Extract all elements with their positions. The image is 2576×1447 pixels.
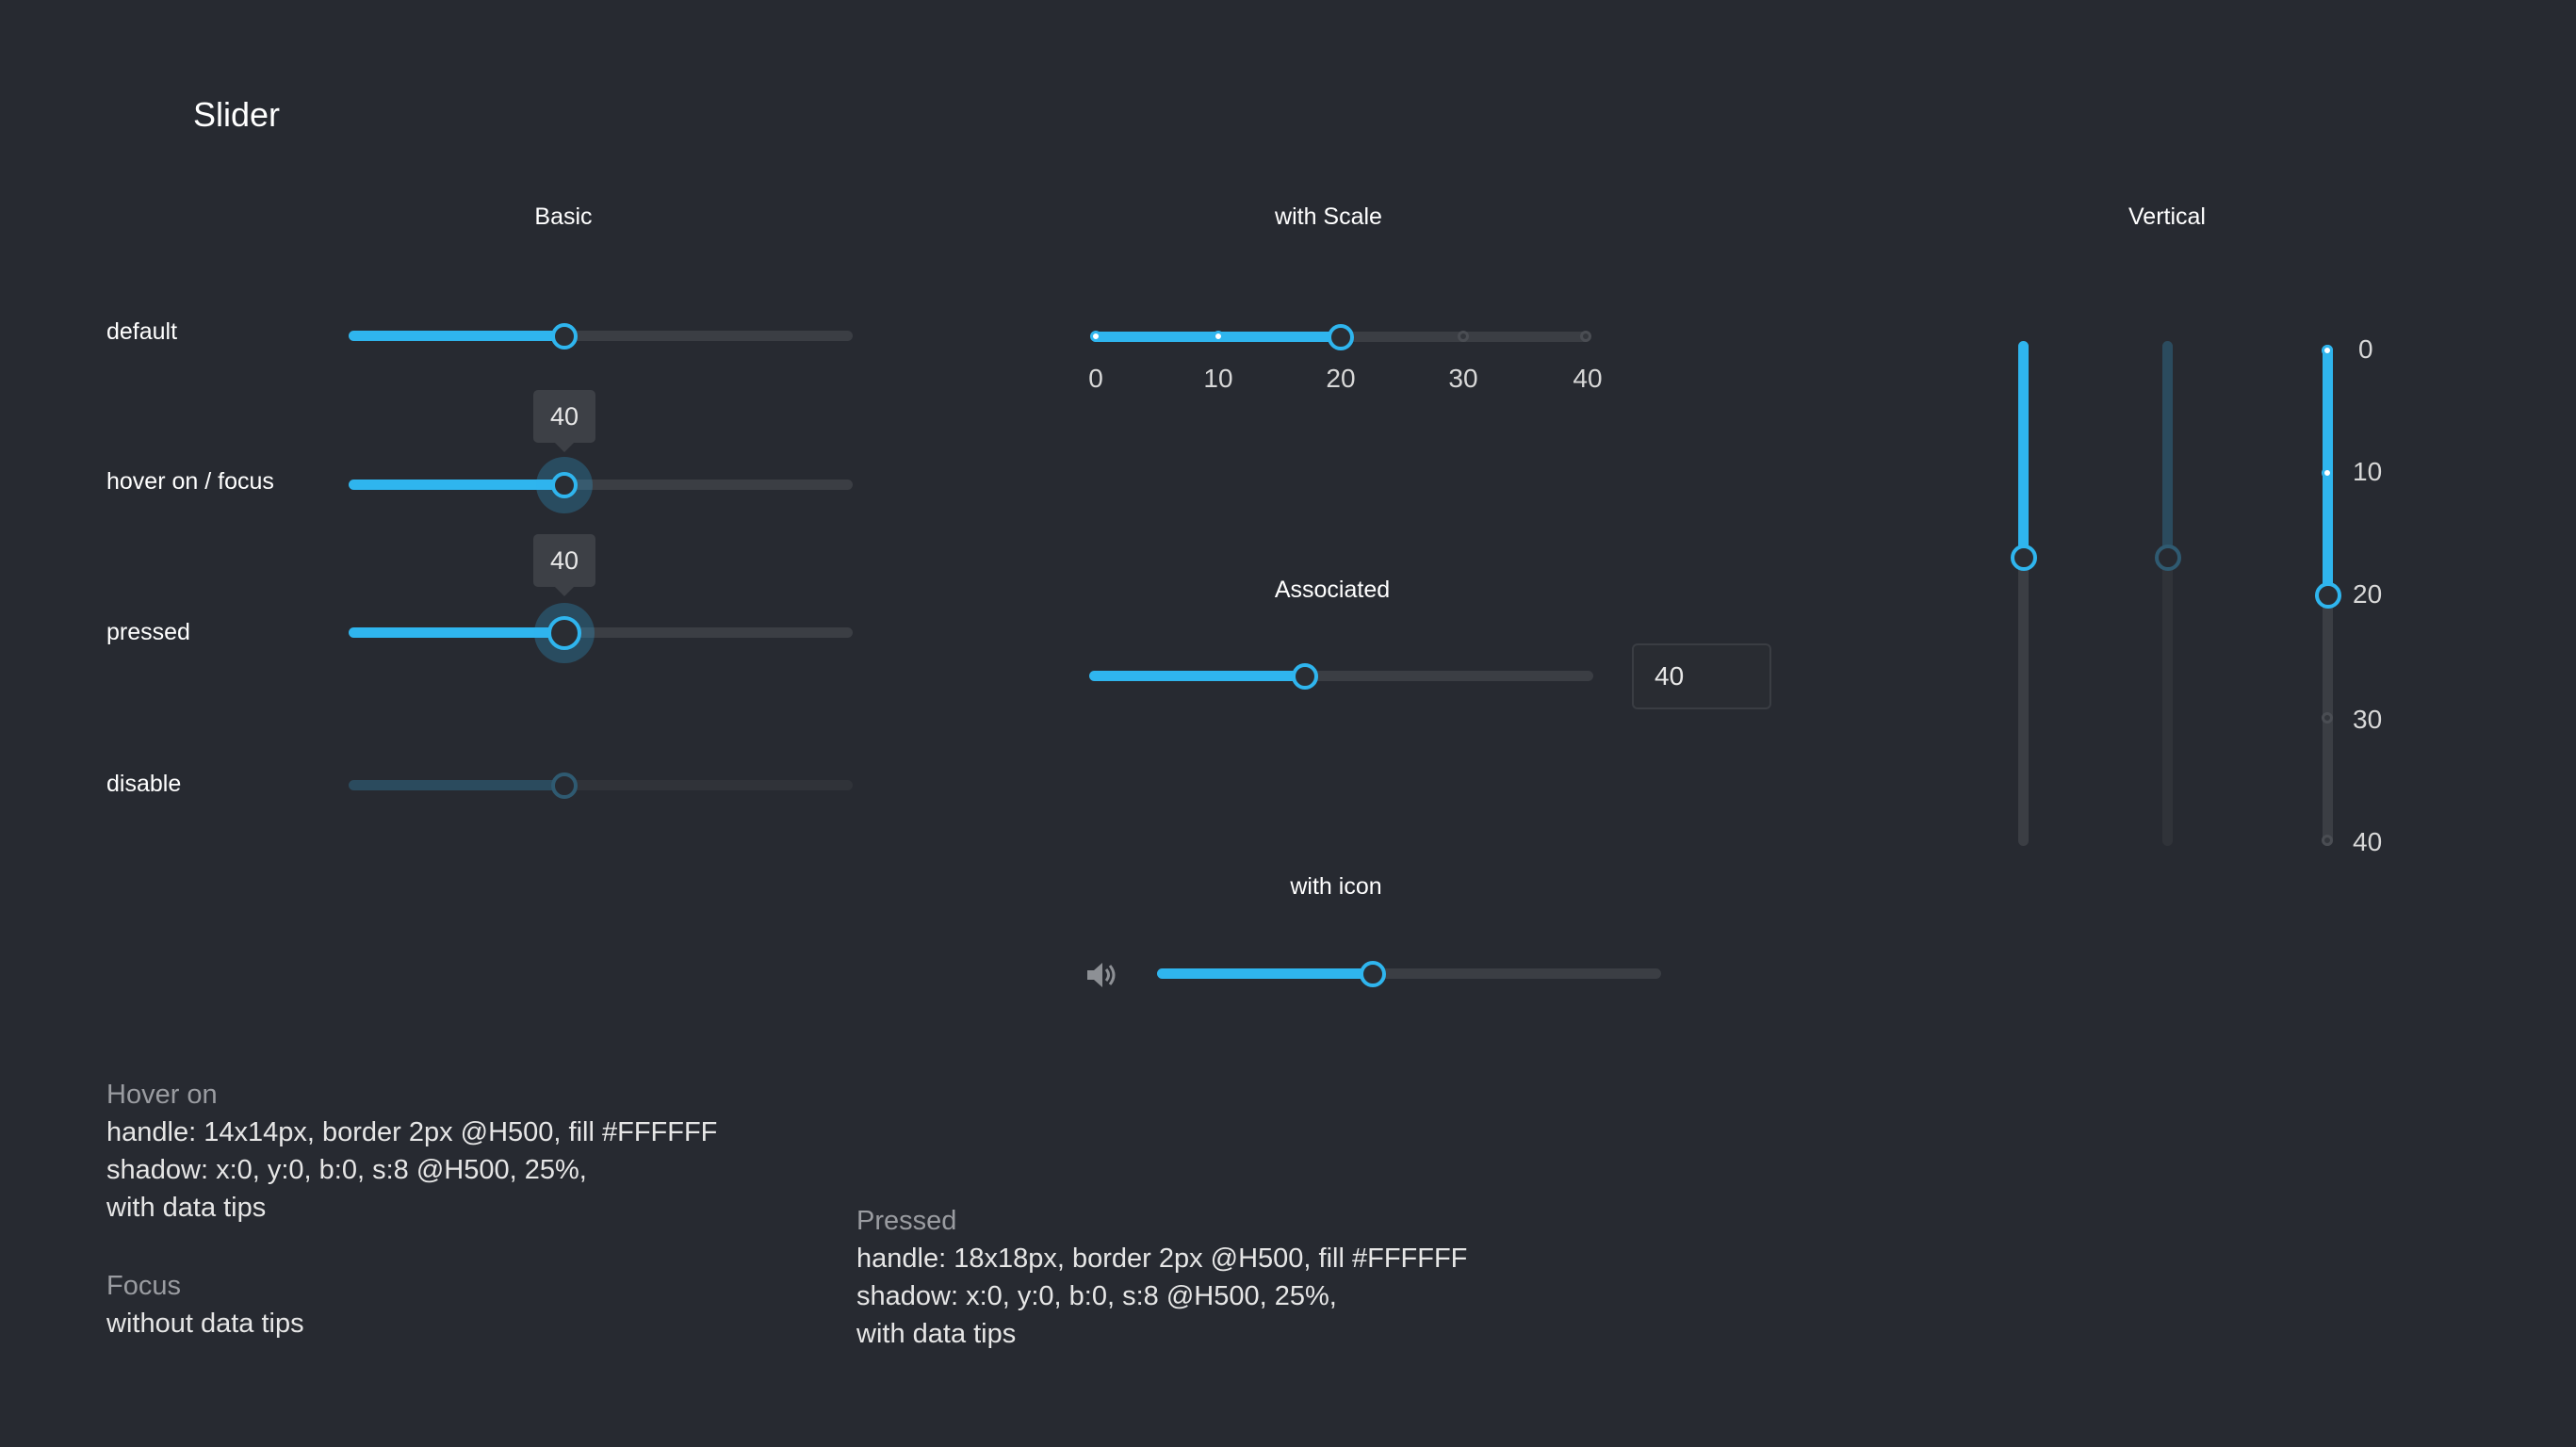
slider-default-fill <box>349 331 564 341</box>
hover-notes-line: with data tips <box>106 1193 267 1223</box>
pressed-notes-line: shadow: x:0, y:0, b:0, s:8 @H500, 25%, <box>856 1281 1337 1311</box>
slider-default[interactable] <box>349 323 853 350</box>
label-pressed: pressed <box>106 619 190 645</box>
page-title: Slider <box>193 95 281 134</box>
slider-icon-handle[interactable] <box>1360 961 1386 987</box>
slider-with-icon[interactable] <box>1157 961 1661 987</box>
pressed-notes-heading: Pressed <box>856 1206 957 1236</box>
slider-pressed-handle[interactable] <box>547 616 581 650</box>
slider-hover-focus[interactable] <box>349 457 853 513</box>
data-tip-hover: 40 <box>533 390 595 452</box>
vertical-slider-disabled-fill <box>2162 341 2173 558</box>
scale-stop-10 <box>1213 331 1224 342</box>
slider-with-scale[interactable] <box>1090 324 1591 350</box>
label-hover-focus: hover on / focus <box>106 468 274 495</box>
hover-notes-line: handle: 14x14px, border 2px @H500, fill … <box>106 1117 718 1147</box>
section-title-basic: Basic <box>534 203 593 230</box>
slider-associated-handle[interactable] <box>1292 663 1318 690</box>
hover-notes: Hover on handle: 14x14px, border 2px @H5… <box>106 1076 717 1227</box>
vscale-label-30: 30 <box>2353 705 2383 734</box>
section-title-with-scale: with Scale <box>1275 203 1382 230</box>
pressed-notes: Pressed handle: 18x18px, border 2px @H50… <box>856 1202 1467 1353</box>
vertical-slider-default[interactable] <box>2011 341 2037 846</box>
vertical-slider-handle[interactable] <box>2011 545 2037 571</box>
scale-stop-0 <box>1090 331 1101 342</box>
section-title-vertical: Vertical <box>2128 203 2206 230</box>
slider-scale-handle[interactable] <box>1328 324 1354 350</box>
slider-disabled-fill <box>349 780 564 790</box>
slider-pressed-fill <box>349 627 564 638</box>
scale-stop-40 <box>1580 331 1591 342</box>
focus-notes: Focus without data tips <box>106 1267 304 1342</box>
slider-icon-fill <box>1157 968 1373 979</box>
vertical-slider-fill <box>2018 341 2029 558</box>
vertical-slider-disabled <box>2155 341 2181 846</box>
scale-label-30: 30 <box>1448 364 1478 393</box>
pressed-notes-line: handle: 18x18px, border 2px @H500, fill … <box>856 1244 1468 1274</box>
slider-hover-fill <box>349 480 564 490</box>
vertical-slider-disabled-handle <box>2155 545 2181 571</box>
vertical-slider-with-scale[interactable] <box>2315 345 2341 846</box>
vscale-stop-40 <box>2322 835 2333 846</box>
speaker-icon[interactable] <box>1085 960 1119 990</box>
section-title-associated: Associated <box>1274 577 1391 603</box>
vscale-label-20: 20 <box>2353 579 2383 609</box>
slider-disabled-handle <box>551 772 578 799</box>
slider-associated-fill <box>1089 671 1305 681</box>
focus-notes-line: without data tips <box>106 1309 304 1339</box>
section-title-with-icon: with icon <box>1290 873 1382 900</box>
vertical-scale-handle[interactable] <box>2315 582 2341 609</box>
vscale-stop-30 <box>2322 712 2333 724</box>
vscale-label-40: 40 <box>2353 827 2383 856</box>
slider-default-handle[interactable] <box>551 323 578 350</box>
scale-label-20: 20 <box>1326 364 1356 393</box>
associated-value-input[interactable]: 40 <box>1632 643 1771 709</box>
vscale-label-10: 10 <box>2353 457 2383 486</box>
scale-label-0: 0 <box>1088 364 1103 393</box>
slider-disabled <box>349 772 853 799</box>
vscale-stop-0 <box>2322 345 2333 356</box>
slider-pressed[interactable] <box>349 603 853 663</box>
scale-stop-30 <box>1458 331 1469 342</box>
scale-label-40: 40 <box>1573 364 1603 393</box>
hover-notes-heading: Hover on <box>106 1080 218 1110</box>
label-default: default <box>106 318 178 345</box>
vscale-label-0: 0 <box>2358 334 2373 364</box>
hover-notes-line: shadow: x:0, y:0, b:0, s:8 @H500, 25%, <box>106 1155 587 1185</box>
slider-associated[interactable] <box>1089 663 1593 690</box>
vscale-stop-10 <box>2322 467 2333 479</box>
slider-hover-handle[interactable] <box>551 472 578 498</box>
scale-label-10: 10 <box>1203 364 1233 393</box>
pressed-notes-line: with data tips <box>856 1319 1017 1349</box>
data-tip-pressed: 40 <box>533 534 595 596</box>
focus-notes-heading: Focus <box>106 1271 181 1301</box>
label-disable: disable <box>106 771 182 797</box>
